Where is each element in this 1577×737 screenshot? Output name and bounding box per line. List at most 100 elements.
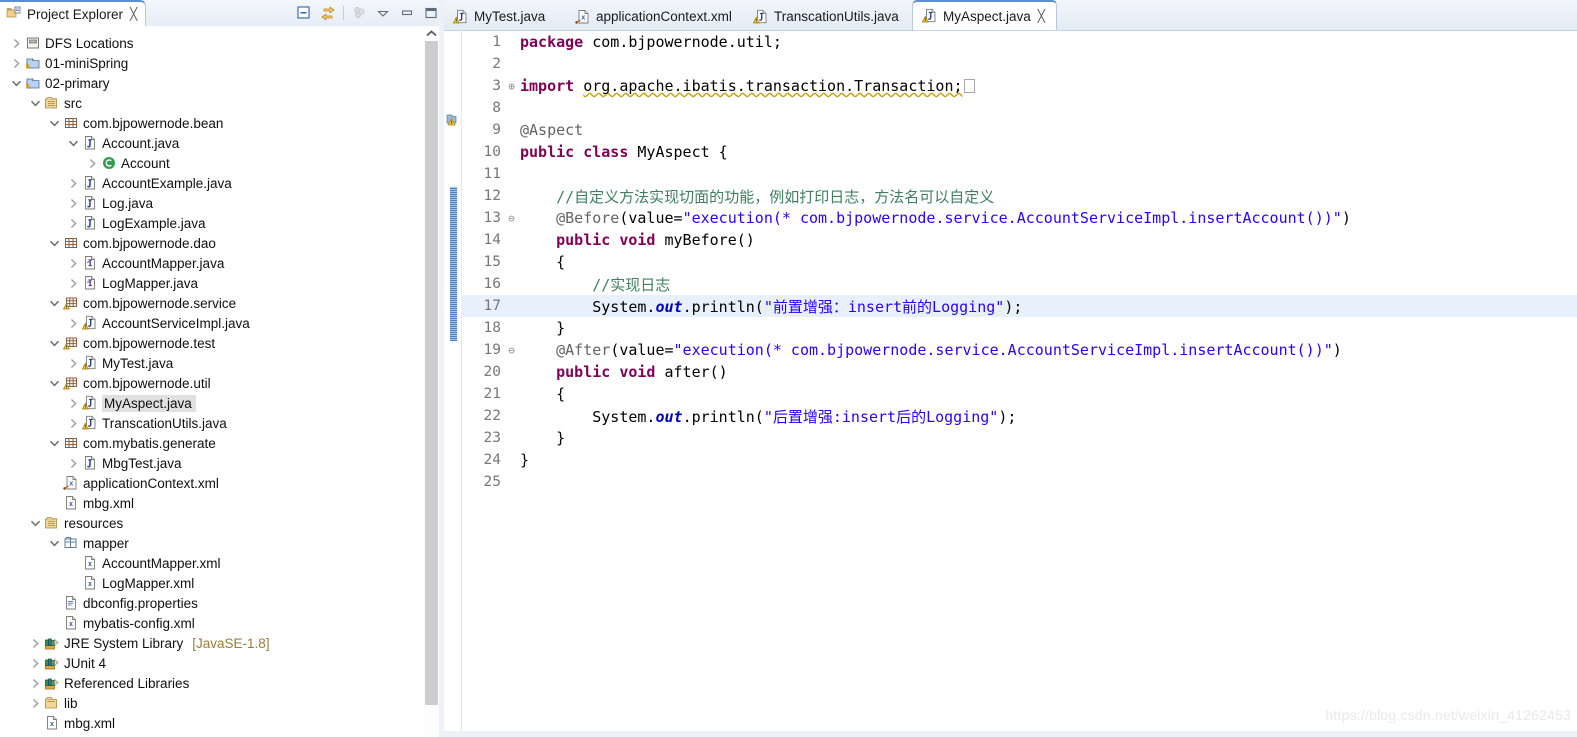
tree-item-02-primary[interactable]: 02-primary (0, 73, 414, 93)
tree-item-mbgtest-java[interactable]: MbgTest.java (0, 453, 414, 473)
chevron-right-icon[interactable] (65, 215, 81, 231)
chevron-down-icon[interactable] (46, 235, 62, 251)
tree-item-account[interactable]: Account (0, 153, 414, 173)
code-line[interactable]: 3 ⊕ import org.apache.ibatis.transaction.T… (461, 75, 1577, 97)
tree-item-account-java[interactable]: Account.java (0, 133, 414, 153)
tree-item-mytest-java[interactable]: MyTest.java (0, 353, 414, 373)
tree-item-accountmapper-java[interactable]: AccountMapper.java (0, 253, 414, 273)
chevron-right-icon[interactable] (65, 255, 81, 271)
tree-item-accountserviceimpl-java[interactable]: AccountServiceImpl.java (0, 313, 414, 333)
chevron-right-icon[interactable] (65, 175, 81, 191)
warning-marker-icon[interactable] (444, 112, 461, 128)
tree-item-myaspect-java[interactable]: MyAspect.java (0, 393, 414, 413)
chevron-right-icon[interactable] (8, 35, 24, 51)
maximize-icon[interactable] (422, 4, 440, 22)
chevron-right-icon[interactable] (84, 155, 100, 171)
code-line[interactable]: 17 System.out.println("前置增强：insert前的Logg… (461, 295, 1577, 317)
tree-item-applicationcontext-xml[interactable]: x applicationContext.xml (0, 473, 414, 493)
view-menu-icon[interactable] (350, 4, 368, 22)
chevron-right-icon[interactable] (65, 315, 81, 331)
code-line[interactable]: 13 ⊖ @Before(value="execution(* com.bjpow… (461, 207, 1577, 229)
code-line[interactable]: 18 } (461, 317, 1577, 339)
tree-item-com-bjpowernode-bean[interactable]: com.bjpowernode.bean (0, 113, 414, 133)
tree-item-transcationutils-java[interactable]: TranscationUtils.java (0, 413, 414, 433)
tree-item-junit-4[interactable]: JUnit 4 (0, 653, 414, 673)
chevron-down-icon[interactable] (46, 115, 62, 131)
scroll-up-icon[interactable] (424, 26, 439, 40)
code-line[interactable]: 24} (461, 449, 1577, 471)
chevron-right-icon[interactable] (65, 195, 81, 211)
code-line[interactable]: 21 { (461, 383, 1577, 405)
tree-item-log-java[interactable]: Log.java (0, 193, 414, 213)
code-line[interactable]: 22 System.out.println("后置增强:insert后的Logg… (461, 405, 1577, 427)
editor-tab-applicationcontext-xml[interactable]: x applicationContext.xml (566, 3, 744, 30)
tree-item-dbconfig-properties[interactable]: dbconfig.properties (0, 593, 414, 613)
tree-item-mapper[interactable]: mapper (0, 533, 414, 553)
tree-item-lib[interactable]: lib (0, 693, 414, 713)
tree-item-com-bjpowernode-test[interactable]: com.bjpowernode.test (0, 333, 414, 353)
chevron-right-icon[interactable] (65, 415, 81, 431)
tree-item-01-minispring[interactable]: 01-miniSpring (0, 53, 414, 73)
code-line[interactable]: 14 public void myBefore() (461, 229, 1577, 251)
code-line[interactable]: 23 } (461, 427, 1577, 449)
chevron-down-icon[interactable] (46, 335, 62, 351)
tree-item-logmapper-java[interactable]: LogMapper.java (0, 273, 414, 293)
chevron-down-icon[interactable] (46, 535, 62, 551)
code-line[interactable]: 1 package com.bjpowernode.util; (461, 31, 1577, 53)
chevron-right-icon[interactable] (27, 695, 43, 711)
tree-item-com-bjpowernode-service[interactable]: com.bjpowernode.service (0, 293, 414, 313)
chevron-down-icon[interactable] (27, 95, 43, 111)
chevron-right-icon[interactable] (65, 355, 81, 371)
explorer-vertical-scrollbar[interactable] (424, 26, 439, 737)
annotation-ruler[interactable] (444, 31, 462, 737)
chevron-right-icon[interactable] (65, 395, 81, 411)
editor-tab-mytest-java[interactable]: MyTest.java (444, 3, 566, 30)
chevron-down-icon[interactable] (46, 295, 62, 311)
tree-item-com-bjpowernode-util[interactable]: com.bjpowernode.util (0, 373, 414, 393)
tree-item-com-bjpowernode-dao[interactable]: com.bjpowernode.dao (0, 233, 414, 253)
chevron-down-icon[interactable] (46, 375, 62, 391)
chevron-right-icon[interactable] (27, 675, 43, 691)
code-line[interactable]: 12 //自定义方法实现切面的功能，例如打印日志，方法名可以自定义 (461, 185, 1577, 207)
code-line[interactable]: 25 (461, 471, 1577, 493)
tree-item-logmapper-xml[interactable]: x LogMapper.xml (0, 573, 414, 593)
editor-tab-myaspect-java[interactable]: MyAspect.java ╳ (912, 0, 1057, 30)
code-line[interactable]: 11 (461, 163, 1577, 185)
scrollbar-thumb[interactable] (425, 41, 438, 705)
close-icon[interactable]: ╳ (1038, 10, 1045, 22)
tree-item-mbg-xml[interactable]: x mbg.xml (0, 713, 414, 733)
tree-item-logexample-java[interactable]: LogExample.java (0, 213, 414, 233)
project-explorer-tab[interactable]: Project Explorer ╳ (0, 0, 147, 26)
tree-item-jre-system-library[interactable]: JRE System Library [JavaSE-1.8] (0, 633, 414, 653)
code-editor[interactable]: 1 package com.bjpowernode.util; 2 3 ⊕ import … (444, 31, 1577, 737)
chevron-down-icon[interactable] (8, 75, 24, 91)
tree-item-src[interactable]: src (0, 93, 414, 113)
chevron-right-icon[interactable] (27, 635, 43, 651)
tree-item-referenced-libraries[interactable]: Referenced Libraries (0, 673, 414, 693)
code-line[interactable]: 19 ⊖ @After(value="execution(* com.bjpowe… (461, 339, 1577, 361)
code-line[interactable]: 10 public class MyAspect { (461, 141, 1577, 163)
fold-toggle-icon[interactable]: ⊖ (505, 344, 518, 357)
minimize-icon[interactable] (398, 4, 416, 22)
editor-tab-transcationutils-java[interactable]: TranscationUtils.java (744, 3, 912, 30)
chevron-down-icon[interactable] (374, 4, 392, 22)
chevron-right-icon[interactable] (65, 275, 81, 291)
tree-item-com-mybatis-generate[interactable]: com.mybatis.generate (0, 433, 414, 453)
code-line[interactable]: 8 (461, 97, 1577, 119)
tree-item-accountexample-java[interactable]: AccountExample.java (0, 173, 414, 193)
project-tree-scroll[interactable]: DFS Locations 01-miniSpring 02-primary src c… (0, 26, 444, 737)
chevron-down-icon[interactable] (46, 435, 62, 451)
tree-item-dfs-locations[interactable]: DFS Locations (0, 33, 414, 53)
fold-toggle-icon[interactable]: ⊕ (505, 80, 518, 93)
close-icon[interactable]: ╳ (130, 8, 137, 20)
code-line[interactable]: 9 @Aspect (461, 119, 1577, 141)
code-line[interactable]: 15 { (461, 251, 1577, 273)
tree-item-accountmapper-xml[interactable]: x AccountMapper.xml (0, 553, 414, 573)
tree-item-mbg-xml[interactable]: x mbg.xml (0, 493, 414, 513)
code-line[interactable]: 20 public void after() (461, 361, 1577, 383)
chevron-down-icon[interactable] (27, 515, 43, 531)
tree-item-mybatis-config-xml[interactable]: x mybatis-config.xml (0, 613, 414, 633)
chevron-right-icon[interactable] (8, 55, 24, 71)
chevron-right-icon[interactable] (27, 655, 43, 671)
code-line[interactable]: 16 //实现日志 (461, 273, 1577, 295)
